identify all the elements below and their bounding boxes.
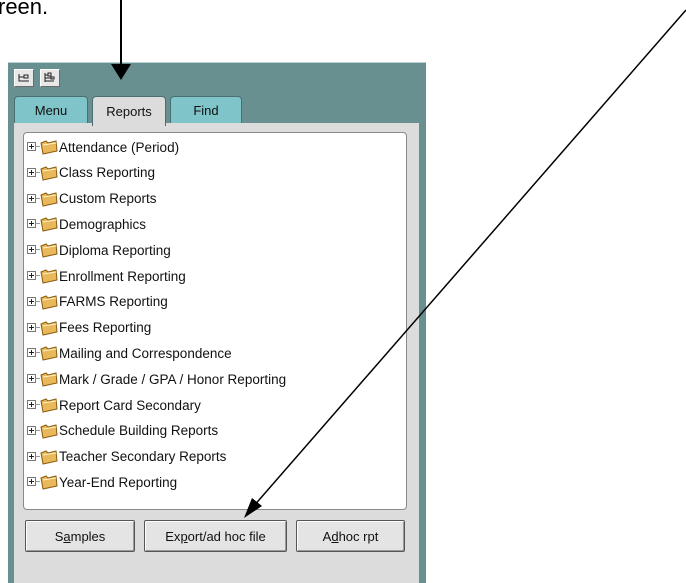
tab-reports[interactable]: Reports — [92, 96, 166, 126]
arrow-to-export-button-head — [244, 498, 262, 518]
annotation-overlay — [111, 0, 686, 518]
arrow-to-reports-tab-head — [111, 64, 131, 80]
arrow-to-export-button — [251, 9, 686, 509]
